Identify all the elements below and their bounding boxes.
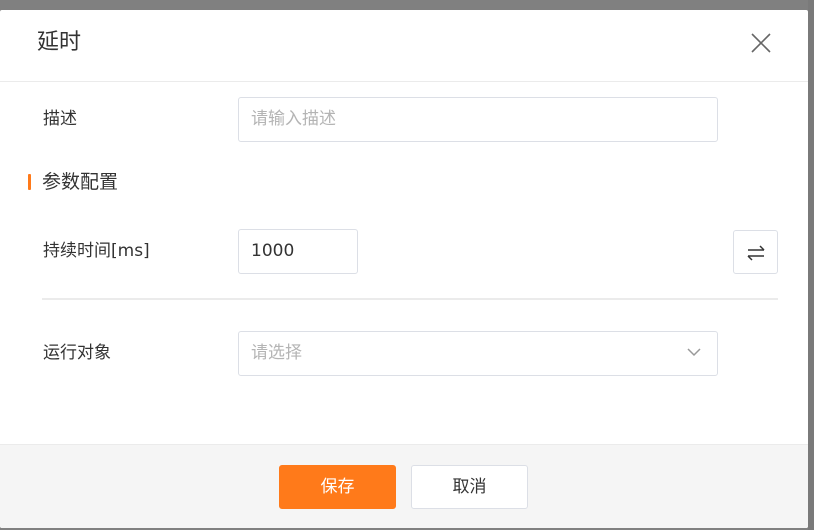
save-button[interactable]: 保存	[279, 465, 396, 509]
backdrop-edge	[808, 0, 814, 530]
target-placeholder: 请选择	[251, 343, 302, 363]
cancel-button[interactable]: 取消	[411, 465, 528, 509]
close-icon[interactable]	[750, 32, 772, 54]
swap-arrows-icon	[747, 245, 765, 261]
description-input[interactable]: 请输入描述	[238, 97, 718, 142]
dialog-footer: 保存 取消	[0, 444, 808, 528]
duration-label: 持续时间[ms]	[43, 241, 150, 261]
section-accent-bar	[28, 174, 31, 190]
dialog-header: 延时	[0, 10, 808, 82]
section-title: 参数配置	[42, 171, 119, 193]
chevron-down-icon	[687, 348, 701, 357]
target-label: 运行对象	[43, 343, 111, 363]
target-select[interactable]: 请选择	[238, 331, 718, 376]
swap-mode-button[interactable]	[733, 230, 778, 274]
duration-value: 1000	[251, 241, 295, 261]
delay-dialog: 延时 描述 请输入描述 参数配置 持续时间[ms] 1000 运行对象 请选择	[0, 10, 808, 528]
form-divider	[42, 298, 778, 300]
description-placeholder: 请输入描述	[251, 109, 336, 129]
dialog-title: 延时	[37, 30, 82, 55]
duration-input[interactable]: 1000	[238, 229, 358, 274]
description-label: 描述	[43, 109, 77, 129]
